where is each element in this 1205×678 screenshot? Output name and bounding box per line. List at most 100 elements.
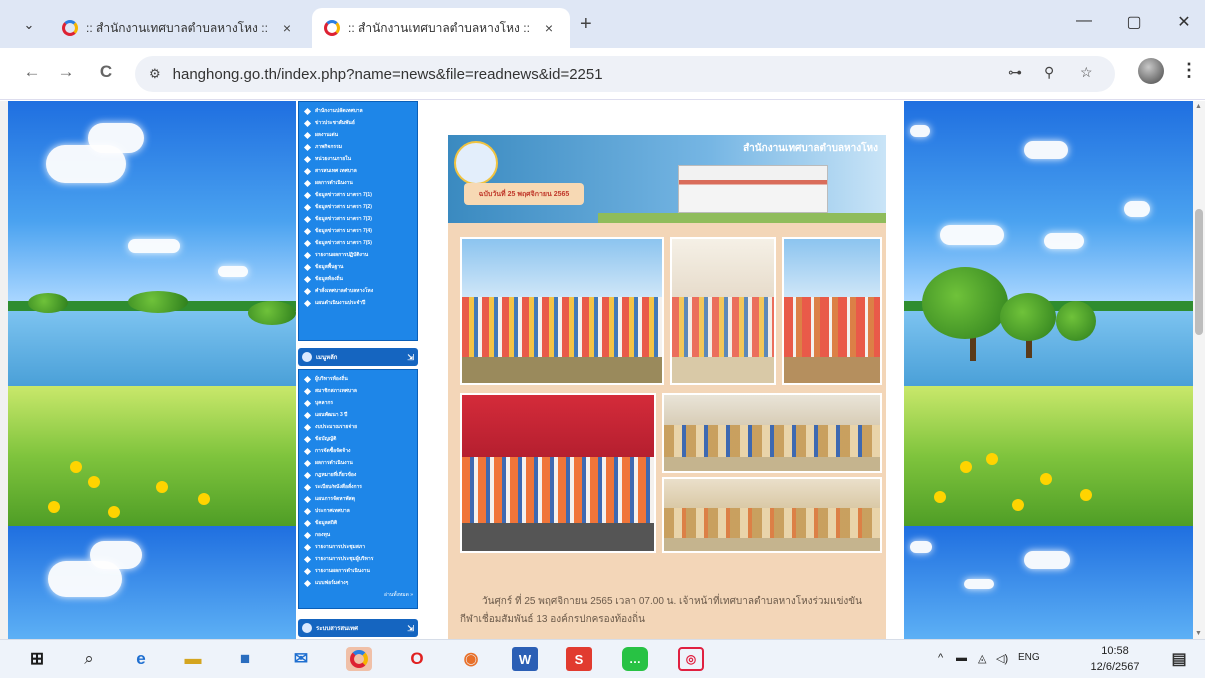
sidebar-menu: สำนักงานปลัดเทศบาล ข่าวประชาสัมพันธ์ ผลง…: [296, 101, 420, 639]
collapse-arrow-icon[interactable]: ⇲: [407, 353, 414, 362]
municipality-logo: [454, 141, 498, 185]
menu-item[interactable]: ระเบียบ/หนังสือสั่งการ: [303, 481, 413, 493]
event-photo[interactable]: [460, 393, 656, 553]
url-text: hanghong.go.th/index.php?name=news&file=…: [172, 65, 603, 83]
reload-button[interactable]: C: [94, 62, 118, 82]
scroll-thumb[interactable]: [1195, 209, 1203, 335]
menu-item[interactable]: สมาชิกสภาเทศบาล: [303, 385, 413, 397]
menu-item[interactable]: หน่วยงานภายใน: [303, 153, 413, 165]
menu-item[interactable]: งบประมาณรายจ่าย: [303, 421, 413, 433]
search-icon[interactable]: ⌕: [76, 647, 102, 671]
page-scrollbar[interactable]: ▲ ▼: [1193, 101, 1205, 639]
menu-item[interactable]: ประกาศเทศบาล: [303, 505, 413, 517]
menu-item[interactable]: คำสั่งเทศบาลตำบลหางโหง: [303, 285, 413, 297]
menu-item[interactable]: กฎหมายที่เกี่ยวข้อง: [303, 469, 413, 481]
windows-taskbar: ⊞ ⌕ e ▬ ■ ✉ O ◉ W S … ◎ ^ ▬ ◬ ◁) ENG 10:…: [0, 639, 1205, 678]
menu-item[interactable]: ข้อมูลข่าวสาร มาตรา 7(1): [303, 189, 413, 201]
section-icon: [302, 623, 312, 633]
minimize-button[interactable]: —: [1070, 12, 1098, 30]
taskbar-clock[interactable]: 10:58 12/6/2567: [1087, 643, 1143, 675]
volume-icon[interactable]: ◁): [996, 652, 1008, 665]
menu-item[interactable]: กองทุน: [303, 529, 413, 541]
maximize-button[interactable]: ▢: [1120, 12, 1148, 32]
battery-icon[interactable]: ▬: [956, 652, 967, 664]
browser-tab-active[interactable]: :: สำนักงานเทศบาลตำบลหางโหง :: ×: [312, 8, 570, 48]
tab-close-button[interactable]: ×: [540, 20, 558, 36]
input-language[interactable]: ENG: [1018, 652, 1040, 663]
menu-item[interactable]: ผู้บริหารท้องถิ่น: [303, 373, 413, 385]
menu-item[interactable]: การจัดซื้อจัดจ้าง: [303, 445, 413, 457]
tab-close-button[interactable]: ×: [278, 20, 296, 36]
menu-block-top: สำนักงานปลัดเทศบาล ข่าวประชาสัมพันธ์ ผลง…: [298, 101, 418, 341]
windows-start-icon[interactable]: ⊞: [24, 647, 50, 671]
browser-menu-icon[interactable]: ⋮: [1180, 60, 1198, 81]
back-button[interactable]: ←: [20, 62, 44, 82]
close-window-button[interactable]: ✕: [1170, 12, 1198, 32]
menu-item[interactable]: ข่าวประชาสัมพันธ์: [303, 117, 413, 129]
menu-section-header[interactable]: ระบบสารสนเทศ ⇲: [298, 619, 418, 637]
event-photo[interactable]: [670, 237, 776, 385]
browser-tab[interactable]: :: สำนักงานเทศบาลตำบลหางโหง :: ×: [50, 8, 308, 48]
menu-item[interactable]: รายงานการประชุมผู้บริหาร: [303, 553, 413, 565]
file-explorer-icon[interactable]: ▬: [180, 647, 206, 671]
show-hidden-icons-button[interactable]: ^: [938, 652, 943, 664]
notification-icon[interactable]: ▤: [1166, 647, 1192, 671]
scroll-down-icon[interactable]: ▼: [1195, 630, 1202, 637]
site-favicon-icon: [324, 20, 340, 36]
tab-search-button[interactable]: ⌄: [18, 14, 40, 36]
menu-section-header[interactable]: เมนูหลัก ⇲: [298, 348, 418, 366]
mail-icon[interactable]: ✉: [288, 647, 314, 671]
menu-item[interactable]: แผนการจัดหาพัสดุ: [303, 493, 413, 505]
camera-icon[interactable]: ◎: [678, 647, 704, 671]
menu-item[interactable]: สารสนเทศ เทศบาล: [303, 165, 413, 177]
read-more-link[interactable]: อ่านทั้งหมด »: [303, 591, 413, 599]
menu-item[interactable]: ผลการดำเนินงาน: [303, 457, 413, 469]
menu-item[interactable]: ข้อมูลข่าวสาร มาตรา 7(2): [303, 201, 413, 213]
password-key-icon[interactable]: ⊶: [1008, 64, 1022, 81]
menu-item[interactable]: รายงานผลการดำเนินงาน: [303, 565, 413, 577]
opera-icon[interactable]: O: [404, 647, 430, 671]
store-icon[interactable]: ■: [232, 647, 258, 671]
menu-item[interactable]: ข้อมูลข่าวสาร มาตรา 7(4): [303, 225, 413, 237]
event-photo[interactable]: [460, 237, 664, 385]
tab-title: :: สำนักงานเทศบาลตำบลหางโหง ::: [348, 20, 530, 35]
firefox-icon[interactable]: ◉: [458, 647, 484, 671]
bookmark-star-icon[interactable]: ☆: [1080, 64, 1093, 81]
menu-item[interactable]: ข้อบัญญัติ: [303, 433, 413, 445]
site-settings-icon[interactable]: ⚙: [149, 66, 161, 82]
menu-item[interactable]: สำนักงานปลัดเทศบาล: [303, 105, 413, 117]
clock-time: 10:58: [1101, 645, 1129, 657]
menu-item[interactable]: ภาพกิจกรรม: [303, 141, 413, 153]
menu-item[interactable]: ข้อมูลพื้นฐาน: [303, 261, 413, 273]
menu-item[interactable]: แบบฟอร์มต่างๆ: [303, 577, 413, 589]
section-icon: [302, 352, 312, 362]
slides-icon[interactable]: S: [566, 647, 592, 671]
menu-item[interactable]: ข้อมูลข่าวสาร มาตรา 7(5): [303, 237, 413, 249]
word-icon[interactable]: W: [512, 647, 538, 671]
event-photo[interactable]: [662, 393, 882, 473]
menu-item[interactable]: ผลการดำเนินงาน: [303, 177, 413, 189]
address-bar[interactable]: ⚙ hanghong.go.th/index.php?name=news&fil…: [135, 56, 1115, 92]
edge-browser-icon[interactable]: e: [128, 647, 154, 671]
tab-title: :: สำนักงานเทศบาลตำบลหางโหง ::: [86, 20, 268, 35]
collapse-arrow-icon[interactable]: ⇲: [407, 624, 414, 633]
scroll-up-icon[interactable]: ▲: [1195, 103, 1202, 110]
forward-button[interactable]: →: [54, 62, 78, 82]
menu-item[interactable]: รายงานผลการปฏิบัติงาน: [303, 249, 413, 261]
menu-item[interactable]: ข้อมูลข่าวสาร มาตรา 7(3): [303, 213, 413, 225]
line-icon[interactable]: …: [622, 647, 648, 671]
menu-item[interactable]: รายงานการประชุมสภา: [303, 541, 413, 553]
menu-item[interactable]: ข้อมูลสถิติ: [303, 517, 413, 529]
profile-avatar[interactable]: [1138, 58, 1164, 84]
menu-item[interactable]: แผนพัฒนา 3 ปี: [303, 409, 413, 421]
event-photo[interactable]: [782, 237, 882, 385]
zoom-icon[interactable]: ⚲: [1044, 64, 1054, 81]
event-photo[interactable]: [662, 477, 882, 553]
chrome-icon[interactable]: [346, 647, 372, 671]
menu-item[interactable]: บุคลากร: [303, 397, 413, 409]
menu-item[interactable]: ข้อมูลท้องถิ่น: [303, 273, 413, 285]
network-icon[interactable]: ◬: [978, 652, 986, 665]
menu-item[interactable]: แผนดำเนินงานประจำปี: [303, 297, 413, 309]
menu-item[interactable]: ผลงานเด่น: [303, 129, 413, 141]
new-tab-button[interactable]: +: [580, 14, 592, 34]
